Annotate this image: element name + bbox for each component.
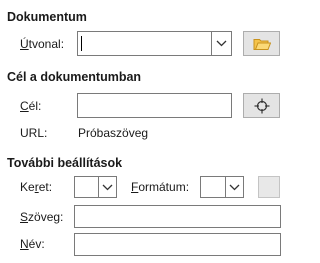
path-label-text: tvonal: [28, 37, 65, 51]
frame-dropdown-button[interactable] [98, 177, 116, 197]
text-input[interactable] [74, 205, 281, 228]
open-file-button[interactable] [243, 31, 280, 56]
format-combobox[interactable] [200, 176, 244, 198]
section-title-document: Dokumentum [7, 10, 87, 24]
frame-label: Keret: [20, 180, 52, 194]
frame-input[interactable] [75, 177, 98, 197]
text-label: Szöveg: [20, 210, 63, 224]
target-label-text: él: [28, 99, 42, 113]
frame-label-text: et: [38, 180, 53, 194]
format-label: Formátum: [131, 180, 189, 194]
text-label-mnemonic: S [20, 210, 29, 224]
format-dropdown-button[interactable] [225, 177, 243, 197]
crosshair-icon [254, 98, 269, 113]
path-combobox[interactable] [77, 31, 232, 56]
target-browse-button[interactable] [243, 93, 280, 118]
chevron-down-icon [102, 184, 113, 190]
chevron-down-icon [229, 184, 240, 190]
target-label: Cél: [20, 99, 41, 113]
name-input[interactable] [74, 233, 281, 256]
frame-combobox[interactable] [74, 176, 117, 198]
target-input[interactable] [77, 93, 232, 118]
url-label: URL: [20, 126, 48, 140]
url-value: Próbaszöveg [78, 126, 149, 140]
frame-label-start: Ke [20, 180, 35, 194]
target-label-mnemonic: C [20, 99, 29, 113]
section-title-target: Cél a dokumentumban [7, 70, 142, 84]
format-label-text: ormátum: [138, 180, 190, 194]
path-dropdown-button[interactable] [211, 32, 231, 55]
text-label-text: zöveg: [28, 210, 64, 224]
folder-icon [253, 38, 271, 50]
format-input[interactable] [201, 177, 225, 197]
section-title-further-settings: További beállítások [7, 156, 123, 170]
events-button[interactable] [258, 176, 280, 198]
name-label: Név: [20, 237, 45, 251]
chevron-down-icon [216, 40, 227, 47]
name-label-text: év: [28, 237, 45, 251]
name-label-mnemonic: N [20, 237, 29, 251]
path-label-mnemonic: Ú [20, 37, 29, 51]
text-cursor [81, 36, 82, 51]
path-label: Útvonal: [20, 37, 64, 51]
path-input[interactable] [78, 32, 211, 55]
